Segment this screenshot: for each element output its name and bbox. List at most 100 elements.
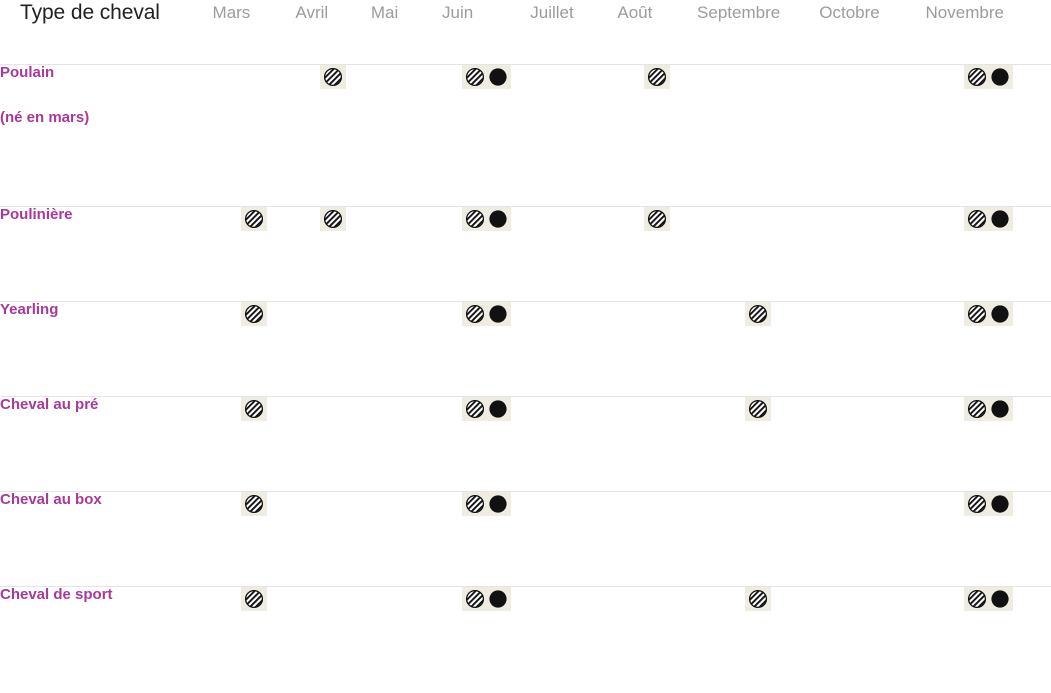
- hatched-circle-icon: [465, 304, 485, 324]
- hatched-circle-icon: [323, 209, 343, 229]
- cell-cheval-de-sport-novembre: [926, 587, 1051, 682]
- marker-group: [644, 65, 671, 89]
- cell-cheval-de-sport-septembre: [697, 587, 819, 682]
- table-body: Poulain (né en mars) Poulinière Yearling Che…: [0, 65, 1051, 682]
- marker-group: [240, 207, 267, 231]
- hatched-circle-icon: [465, 494, 485, 514]
- row-label-6: Cheval de sport: [0, 587, 213, 682]
- table-row: Cheval au pré: [0, 397, 1051, 492]
- cell-yearling-mai: [371, 302, 442, 397]
- cell-poulain-novembre: [926, 65, 1051, 207]
- hatched-circle-icon: [244, 209, 264, 229]
- filled-circle-icon: [990, 209, 1010, 229]
- cell-poulini-re-octobre: [819, 207, 925, 302]
- cell-cheval-au-box-juin: [442, 492, 530, 587]
- column-header-octobre: Octobre: [819, 0, 926, 65]
- column-header-label: Juillet: [530, 3, 574, 22]
- cell-poulini-re-mai: [371, 207, 442, 302]
- cell-cheval-de-sport-juin: [442, 587, 530, 682]
- cell-cheval-au-pr--mai: [371, 397, 442, 492]
- cell-cheval-de-sport-mars: [213, 587, 296, 682]
- table-header: Type de cheval Mars Avril Mai Juin Juill…: [0, 0, 1051, 65]
- marker-group: [461, 397, 511, 421]
- filled-circle-icon: [990, 67, 1010, 87]
- hatched-circle-icon: [465, 67, 485, 87]
- marker-group: [461, 492, 511, 516]
- row-label-2: Poulinière: [0, 207, 213, 302]
- row-label-name: Yearling: [0, 301, 59, 318]
- row-label-1: Poulain (né en mars): [0, 65, 213, 207]
- table-row: Poulain (né en mars): [0, 65, 1051, 207]
- cell-yearling-novembre: [926, 302, 1051, 397]
- cell-cheval-au-box-septembre: [697, 492, 819, 587]
- marker-group: [963, 65, 1013, 89]
- cell-poulini-re-avril: [295, 207, 370, 302]
- hatched-circle-icon: [748, 589, 768, 609]
- cell-yearling-juin: [442, 302, 530, 397]
- hatched-circle-icon: [244, 494, 264, 514]
- filled-circle-icon: [488, 209, 508, 229]
- column-header-avril: Avril: [295, 0, 371, 65]
- marker-group: [461, 302, 511, 326]
- cell-poulain-ao-t: [617, 65, 697, 207]
- cell-cheval-de-sport-avril: [295, 587, 370, 682]
- row-label-name: Cheval de sport: [0, 586, 113, 603]
- filled-circle-icon: [488, 399, 508, 419]
- cell-yearling-mars: [213, 302, 296, 397]
- column-header-label: Octobre: [819, 3, 880, 22]
- filled-circle-icon: [488, 67, 508, 87]
- cell-poulini-re-ao-t: [617, 207, 697, 302]
- marker-group: [963, 397, 1013, 421]
- cell-cheval-au-box-avril: [295, 492, 370, 587]
- hatched-circle-icon: [465, 589, 485, 609]
- marker-group: [320, 207, 347, 231]
- cell-cheval-au-pr--octobre: [819, 397, 925, 492]
- row-label-4: Cheval au pré: [0, 397, 213, 492]
- cell-yearling-ao-t: [617, 302, 697, 397]
- filled-circle-icon: [488, 494, 508, 514]
- marker-group: [320, 65, 347, 89]
- hatched-circle-icon: [967, 304, 987, 324]
- cell-cheval-au-pr--ao-t: [617, 397, 697, 492]
- cell-poulain-mars: [213, 65, 296, 207]
- row-label-name: Poulain: [0, 64, 55, 81]
- column-header-label: Juin: [442, 3, 474, 22]
- marker-group: [644, 207, 671, 231]
- column-header-label: Août: [617, 3, 653, 22]
- cell-cheval-au-box-mars: [213, 492, 296, 587]
- cell-cheval-de-sport-octobre: [819, 587, 925, 682]
- hatched-circle-icon: [244, 589, 264, 609]
- marker-group: [963, 492, 1013, 516]
- marker-group: [461, 207, 511, 231]
- marker-group: [745, 587, 772, 611]
- cell-cheval-au-box-novembre: [926, 492, 1051, 587]
- cell-poulain-octobre: [819, 65, 925, 207]
- hatched-circle-icon: [244, 304, 264, 324]
- column-header-juillet: Juillet: [530, 0, 618, 65]
- hatched-circle-icon: [647, 209, 667, 229]
- marker-group: [745, 397, 772, 421]
- cell-poulain-septembre: [697, 65, 819, 207]
- marker-group: [240, 587, 267, 611]
- cell-poulini-re-mars: [213, 207, 296, 302]
- cell-poulini-re-juillet: [530, 207, 617, 302]
- column-header-label: Mai: [370, 3, 399, 22]
- cell-poulain-juillet: [530, 65, 617, 207]
- cell-cheval-au-box-mai: [371, 492, 442, 587]
- table-row: Cheval au box: [0, 492, 1051, 587]
- marker-group: [963, 587, 1013, 611]
- cell-yearling-avril: [295, 302, 370, 397]
- table-row: Yearling: [0, 302, 1051, 397]
- filled-circle-icon: [990, 304, 1010, 324]
- cell-cheval-au-box-ao-t: [617, 492, 697, 587]
- cell-poulini-re-novembre: [926, 207, 1051, 302]
- hatched-circle-icon: [967, 399, 987, 419]
- table-row: Poulinière: [0, 207, 1051, 302]
- marker-group: [963, 207, 1013, 231]
- hatched-circle-icon: [748, 304, 768, 324]
- hatched-circle-icon: [748, 399, 768, 419]
- hatched-circle-icon: [323, 67, 343, 87]
- cell-poulain-mai: [371, 65, 442, 207]
- cell-poulain-avril: [295, 65, 370, 207]
- hatched-circle-icon: [647, 67, 667, 87]
